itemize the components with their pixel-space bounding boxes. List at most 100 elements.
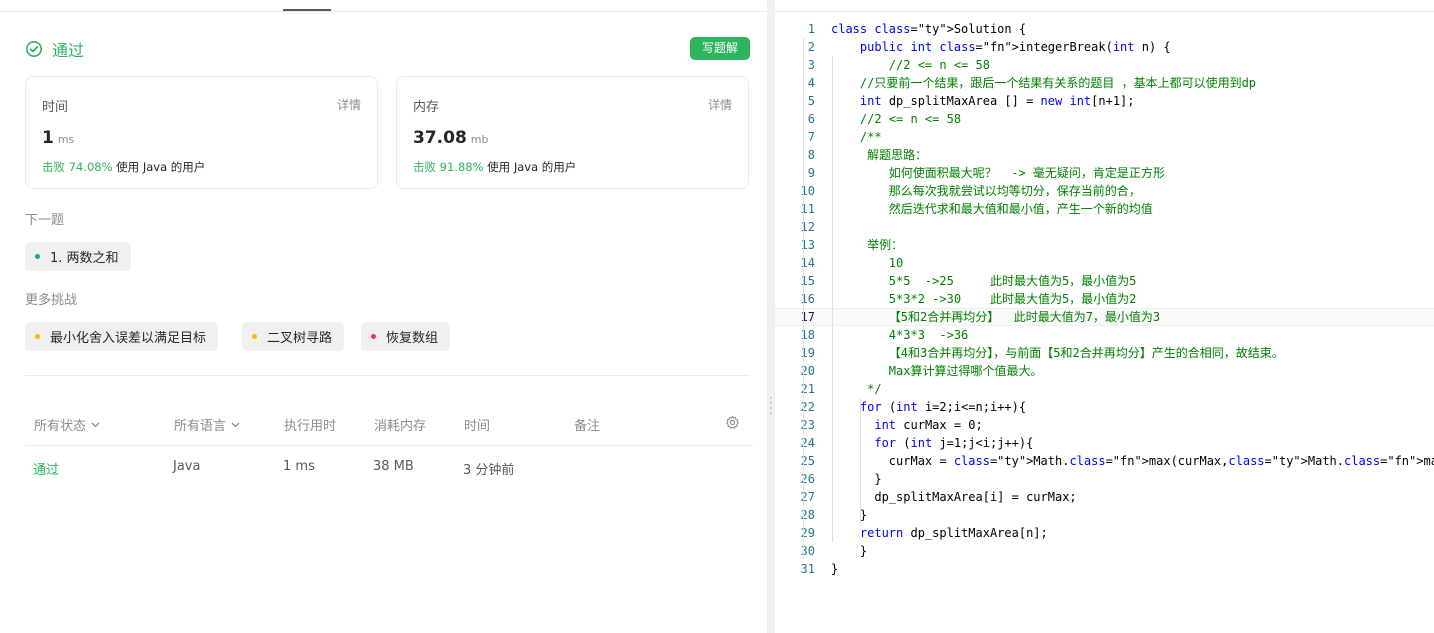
filter-language-dropdown[interactable]: 所有语言	[174, 415, 240, 434]
status-text: 通过	[52, 41, 85, 60]
header-runtime: 执行用时	[284, 419, 337, 434]
code-line[interactable]: 25 curMax = class="ty">Math.class="fn">m…	[775, 452, 1434, 470]
code-text: //2 <= n <= 58	[859, 112, 962, 126]
indent-guide	[832, 56, 833, 542]
line-number: 15	[800, 274, 815, 288]
runtime-detail-link[interactable]: 详情	[337, 96, 361, 113]
code-line[interactable]: 13 举例：	[775, 236, 1434, 254]
code-text: class class="ty">Solution {	[831, 22, 1027, 36]
challenge-chip[interactable]: 二叉树寻路	[242, 322, 345, 351]
code-line[interactable]: 29 return dp_splitMaxArea[n];	[775, 524, 1434, 542]
submission-status: 通过	[25, 37, 84, 61]
memory-beat-text: 使用 Java 的用户	[487, 160, 577, 174]
code-editor[interactable]: 1 class class="ty">Solution {2 public int…	[775, 0, 1434, 633]
code-text: for (int j=1;j<i;j++){	[874, 436, 1034, 450]
runtime-card: 时间 详情 1 ms 击败 74.08% 使用 Java 的用户	[25, 76, 378, 189]
gear-icon[interactable]	[725, 415, 740, 430]
line-number: 30	[800, 544, 815, 558]
code-text: 10	[831, 256, 904, 270]
code-line[interactable]: 21 */	[775, 380, 1434, 398]
runtime-beat-text: 使用 Java 的用户	[116, 160, 206, 174]
difficulty-medium-dot	[35, 334, 40, 339]
code-line[interactable]: 20 Max算计算过得哪个值最大。	[775, 362, 1434, 380]
row-status-link[interactable]: 通过	[33, 459, 59, 478]
runtime-value: 1	[42, 128, 54, 148]
line-number: 13	[800, 238, 815, 252]
code-text: */	[831, 382, 882, 396]
challenge-chip[interactable]: 恢复数组	[361, 322, 451, 351]
code-text: }	[831, 472, 882, 486]
code-line[interactable]: 24 for (int j=1;j<i;j++){	[775, 434, 1434, 452]
memory-beat: 击败 91.88% 使用 Java 的用户	[413, 159, 576, 175]
line-number: 12	[800, 220, 815, 234]
splitter-grip-dot	[770, 397, 772, 399]
code-line[interactable]: 5 int dp_splitMaxArea [] = new int[n+1];	[775, 92, 1434, 110]
code-text: }	[831, 508, 868, 522]
code-line[interactable]: 22 for (int i=2;i<=n;i++){	[775, 398, 1434, 416]
line-number: 9	[807, 166, 815, 180]
code-line[interactable]: 23 int curMax = 0;	[775, 416, 1434, 434]
code-line[interactable]: 14 10	[775, 254, 1434, 272]
code-line[interactable]: 27 dp_splitMaxArea[i] = curMax;	[775, 488, 1434, 506]
code-line[interactable]: 31}	[775, 560, 1434, 578]
code-line[interactable]: 19 【4和3合并再均分】，与前面【5和2合并再均分】产生的合相同，故结束。	[775, 344, 1434, 362]
memory-card: 内存 详情 37.08 mb 击败 91.88% 使用 Java 的用户	[396, 76, 749, 189]
challenge-title: 恢复数组	[386, 331, 439, 346]
memory-beat-percent: 击败 91.88%	[413, 160, 484, 174]
filter-status-dropdown[interactable]: 所有状态	[34, 415, 100, 434]
row-memory: 38 MB	[373, 459, 414, 474]
code-line[interactable]: 12	[775, 218, 1434, 236]
code-line[interactable]: 26 }	[775, 470, 1434, 488]
code-line[interactable]: 18 4*3*3 ->36	[775, 326, 1434, 344]
code-text: 举例：	[831, 238, 904, 252]
challenge-title: 二叉树寻路	[267, 331, 333, 346]
code-text: /**	[831, 130, 882, 144]
code-line[interactable]: 7 /**	[775, 128, 1434, 146]
code-line[interactable]: 16 5*3*2 ->30 此时最大值为5，最小值为2	[775, 290, 1434, 308]
code-line[interactable]: 15 5*5 ->25 此时最大值为5，最小值为5	[775, 272, 1434, 290]
code-line[interactable]: 9 如何使面积最大呢？ -> 毫无疑问，肯定是正方形	[775, 164, 1434, 182]
next-problem-chip[interactable]: 1. 两数之和	[25, 242, 131, 271]
line-number: 20	[800, 364, 815, 378]
splitter-grip-dot	[770, 412, 772, 414]
header-language: 所有语言	[174, 419, 227, 434]
code-line[interactable]: 17 【5和2合并再均分】 此时最大值为7，最小值为3	[775, 308, 1434, 326]
code-line[interactable]: 11 然后迭代求和最大值和最小值，产生一个新的均值	[775, 200, 1434, 218]
chevron-down-icon	[231, 422, 240, 427]
line-number: 2	[807, 40, 815, 54]
difficulty-medium-dot	[252, 334, 257, 339]
code-text: 5*5 ->25 此时最大值为5，最小值为5	[831, 274, 1137, 288]
editor-top-divider	[775, 11, 1434, 12]
chevron-down-icon	[91, 422, 100, 427]
code-text: }	[831, 544, 868, 558]
line-number: 23	[800, 418, 815, 432]
panel-resize-handle[interactable]	[767, 0, 775, 633]
code-line[interactable]: 1 class class="ty">Solution {	[775, 20, 1434, 38]
row-language: Java	[173, 459, 201, 474]
code-line[interactable]: 6 //2 <= n <= 58	[775, 110, 1434, 128]
code-line[interactable]: 28 }	[775, 506, 1434, 524]
code-text: dp_splitMaxArea[i] = curMax;	[831, 490, 1077, 504]
challenge-chip[interactable]: 最小化舍入误差以满足目标	[25, 322, 219, 351]
code-text: curMax = class="ty">Math.class="fn">max(…	[831, 454, 1434, 468]
code-text: 5*3*2 ->30 此时最大值为5，最小值为2	[831, 292, 1137, 306]
difficulty-hard-dot	[371, 334, 376, 339]
memory-value-group: 37.08 mb	[413, 128, 488, 148]
code-text: }	[831, 562, 839, 576]
code-text: 那么每次我就尝试以均等切分，保存当前的合，	[831, 184, 1141, 198]
runtime-unit: ms	[57, 133, 75, 146]
result-panel: 通过 写题解 时间 详情 1 ms 击败 74.08% 使用 Java 的用户 内…	[0, 0, 767, 633]
code-line[interactable]: 30 }	[775, 542, 1434, 560]
code-text: //2 <= n <= 58	[888, 58, 990, 72]
code-line[interactable]: 3 //2 <= n <= 58	[775, 56, 1434, 74]
code-line[interactable]: 4 //只要前一个结果，跟后一个结果有关系的题目 ，基本上都可以使用到dp	[775, 74, 1434, 92]
code-text: int curMax = 0;	[874, 418, 983, 432]
memory-detail-link[interactable]: 详情	[708, 96, 732, 113]
code-line[interactable]: 8 解题思路：	[775, 146, 1434, 164]
line-number: 7	[807, 130, 815, 144]
write-solution-button[interactable]: 写题解	[690, 37, 750, 60]
code-text: 如何使面积最大呢？ -> 毫无疑问，肯定是正方形	[831, 166, 1165, 180]
code-line[interactable]: 2 public int class="fn">integerBreak(int…	[775, 38, 1434, 56]
code-line[interactable]: 10 那么每次我就尝试以均等切分，保存当前的合，	[775, 182, 1434, 200]
line-number: 14	[800, 256, 815, 270]
